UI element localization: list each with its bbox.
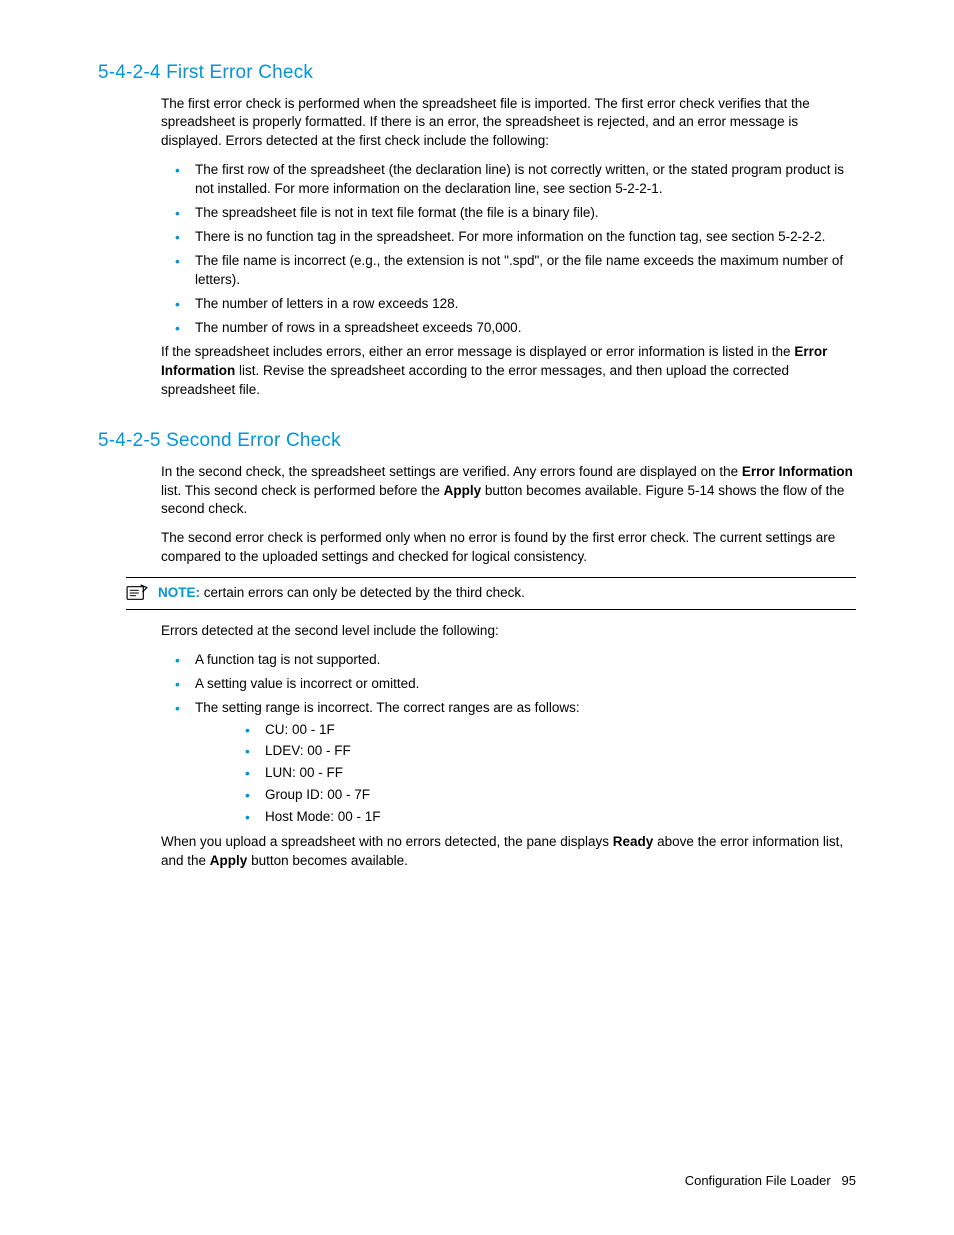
list-item: The setting range is incorrect. The corr… xyxy=(161,699,856,827)
note-text: NOTE: certain errors can only be detecte… xyxy=(158,584,856,603)
list-item: The file name is incorrect (e.g., the ex… xyxy=(161,252,856,290)
section2-p4: When you upload a spreadsheet with no er… xyxy=(161,833,856,871)
page-footer: Configuration File Loader 95 xyxy=(685,1172,856,1190)
section2-list: A function tag is not supported. A setti… xyxy=(161,651,856,827)
footer-title: Configuration File Loader xyxy=(685,1173,831,1188)
list-item: The number of rows in a spreadsheet exce… xyxy=(161,319,856,338)
section1-after: If the spreadsheet includes errors, eith… xyxy=(161,343,856,400)
section2-p3: Errors detected at the second level incl… xyxy=(161,622,856,641)
list-item: The first row of the spreadsheet (the de… xyxy=(161,161,856,199)
section2-p1: In the second check, the spreadsheet set… xyxy=(161,463,856,520)
list-item: Group ID: 00 - 7F xyxy=(195,786,856,805)
section2-sublist: CU: 00 - 1F LDEV: 00 - FF LUN: 00 - FF G… xyxy=(195,721,856,827)
list-item: A setting value is incorrect or omitted. xyxy=(161,675,856,694)
section-heading-5-4-2-4: 5-4-2-4 First Error Check xyxy=(98,60,856,87)
list-item: The spreadsheet file is not in text file… xyxy=(161,204,856,223)
list-item: A function tag is not supported. xyxy=(161,651,856,670)
section-heading-5-4-2-5: 5-4-2-5 Second Error Check xyxy=(98,428,856,455)
section1-intro: The first error check is performed when … xyxy=(161,95,856,152)
note-icon xyxy=(126,584,148,602)
section1-list: The first row of the spreadsheet (the de… xyxy=(161,161,856,337)
footer-page-number: 95 xyxy=(842,1173,856,1188)
list-item: LUN: 00 - FF xyxy=(195,764,856,783)
note-block: NOTE: certain errors can only be detecte… xyxy=(126,577,856,610)
list-item: The number of letters in a row exceeds 1… xyxy=(161,295,856,314)
list-item: LDEV: 00 - FF xyxy=(195,742,856,761)
list-item: CU: 00 - 1F xyxy=(195,721,856,740)
list-item: There is no function tag in the spreadsh… xyxy=(161,228,856,247)
list-item: Host Mode: 00 - 1F xyxy=(195,808,856,827)
section2-p2: The second error check is performed only… xyxy=(161,529,856,567)
